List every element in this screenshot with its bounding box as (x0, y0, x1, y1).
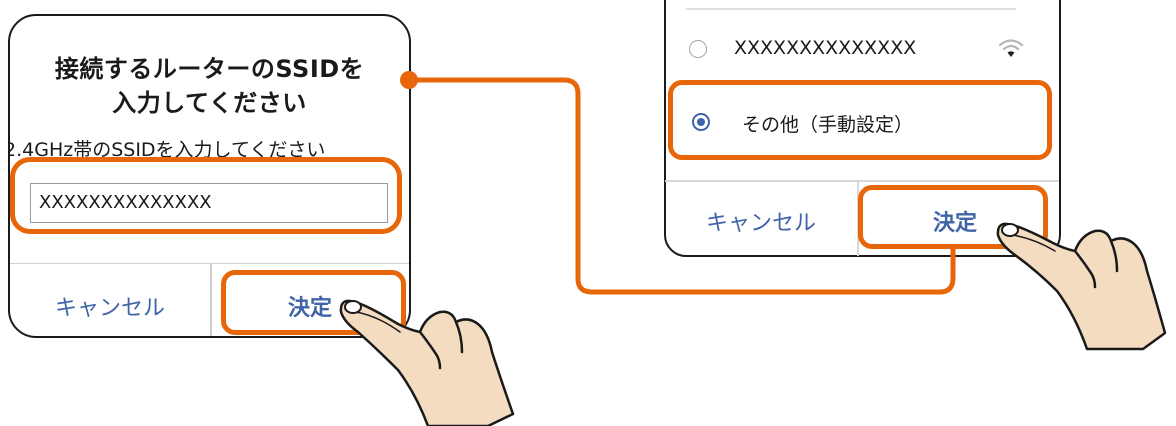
pointing-hand-icon (339, 299, 515, 426)
connector-dot (400, 71, 418, 89)
pointing-hand-icon-2 (996, 222, 1167, 351)
